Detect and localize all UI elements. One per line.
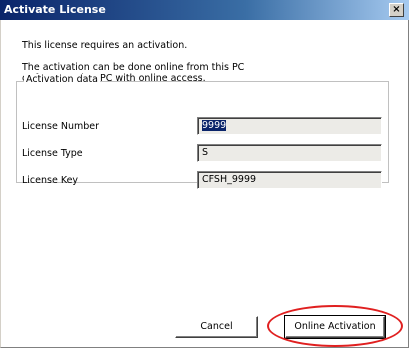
intro-line-1: This license requires an activation. bbox=[22, 40, 188, 51]
license-key-field[interactable]: CFSH_9999 bbox=[197, 171, 382, 189]
title-bar: Activate License × bbox=[0, 0, 409, 20]
online-activation-button[interactable]: Online Activation bbox=[284, 315, 386, 339]
group-legend: Activation data bbox=[24, 74, 100, 85]
close-icon[interactable]: × bbox=[389, 3, 404, 17]
license-number-field[interactable]: 9999 bbox=[197, 117, 382, 135]
intro-line-2: The activation can be done online from t… bbox=[22, 62, 245, 73]
license-number-value: 9999 bbox=[202, 120, 227, 131]
license-number-label: License Number bbox=[22, 121, 99, 132]
cancel-button[interactable]: Cancel bbox=[175, 316, 258, 338]
license-type-field[interactable]: S bbox=[197, 144, 382, 162]
window-title: Activate License bbox=[4, 3, 106, 16]
license-key-label: License Key bbox=[22, 175, 79, 186]
license-type-label: License Type bbox=[22, 148, 83, 159]
